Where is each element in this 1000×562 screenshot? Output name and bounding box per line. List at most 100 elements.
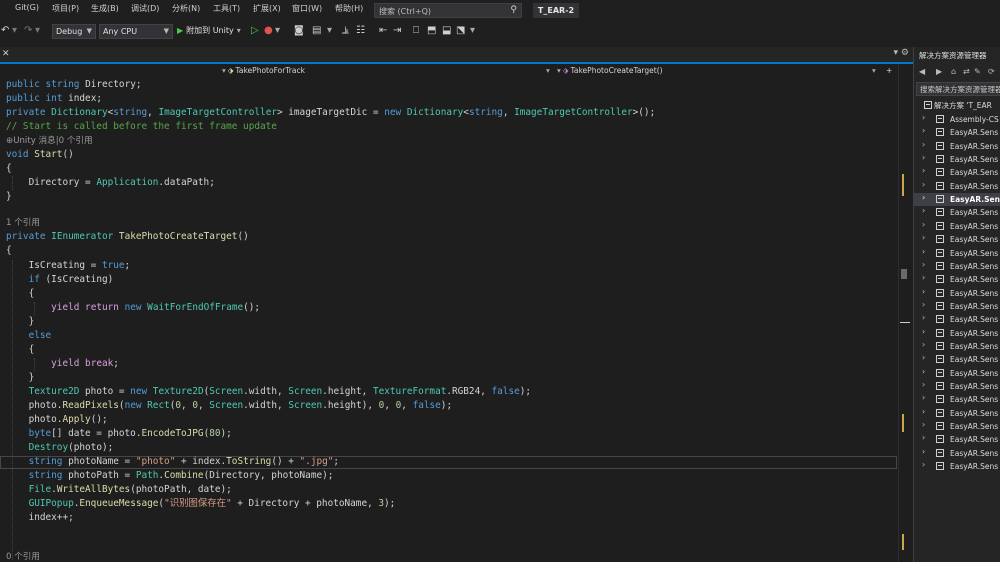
tree-project-item[interactable]: › EasyAR.Sens: [914, 393, 1000, 406]
tree-project-item[interactable]: › EasyAR.Sens: [914, 140, 1000, 153]
menu-item-help[interactable]: 帮助(H): [335, 3, 363, 14]
format-icon[interactable]: ☷: [356, 25, 365, 36]
tree-project-item[interactable]: › EasyAR.Sens: [914, 367, 1000, 380]
tree-project-item[interactable]: › EasyAR.Sens: [914, 220, 1000, 233]
forward-icon[interactable]: ▶: [936, 67, 942, 76]
chevron-right-icon[interactable]: ›: [922, 433, 925, 442]
layout-icon[interactable]: ▤: [312, 25, 321, 36]
chevron-right-icon[interactable]: ›: [922, 367, 925, 376]
chevron-right-icon[interactable]: ›: [922, 353, 925, 362]
codelens-unity-message[interactable]: ⊕Unity 消息|0 个引用: [6, 134, 93, 148]
undo-icon[interactable]: ↶: [1, 25, 9, 36]
tree-solution-root[interactable]: 解决方案 'T_EAR: [914, 99, 1000, 112]
home-icon[interactable]: ⌂: [951, 67, 956, 76]
platform-dropdown[interactable]: Any CPU ▼: [99, 24, 173, 39]
tree-project-item[interactable]: › EasyAR.Sens: [914, 460, 1000, 473]
menu-item-project[interactable]: 项目(P): [52, 3, 79, 14]
chevron-right-icon[interactable]: ›: [922, 300, 925, 309]
chevron-right-icon[interactable]: ›: [922, 206, 925, 215]
tree-project-item[interactable]: › Assembly-CS: [914, 113, 1000, 126]
undo-dropdown-icon[interactable]: ▾: [12, 25, 17, 36]
tree-project-item[interactable]: › EasyAR.Sens: [914, 353, 1000, 366]
editor-vertical-scrollbar[interactable]: [898, 64, 914, 562]
chevron-right-icon[interactable]: ›: [922, 166, 925, 175]
sync-icon[interactable]: ⟳: [988, 67, 995, 76]
chevron-right-icon[interactable]: ›: [922, 247, 925, 256]
chevron-right-icon[interactable]: ›: [922, 460, 925, 469]
chevron-right-icon[interactable]: ›: [922, 153, 925, 162]
tree-project-item[interactable]: › EasyAR.Sens: [914, 300, 1000, 313]
tree-project-item[interactable]: › EasyAR.Sens: [914, 273, 1000, 286]
global-search-input[interactable]: 搜索 (Ctrl+Q) ⚲: [374, 3, 522, 18]
type-navigation-dropdown[interactable]: ▾ ⬗ TakePhotoForTrack: [222, 65, 305, 77]
tree-project-item[interactable]: › EasyAR.Sens: [914, 233, 1000, 246]
bookmark-clear-icon[interactable]: ⬔: [456, 25, 465, 36]
tree-project-item[interactable]: › EasyAR.Sens: [914, 287, 1000, 300]
toolbar-overflow-icon[interactable]: ▾: [470, 25, 475, 36]
chevron-down-icon[interactable]: ▾: [327, 25, 332, 36]
chevron-right-icon[interactable]: ›: [922, 180, 925, 189]
redo-dropdown-icon[interactable]: ▾: [35, 25, 40, 36]
menu-item-tools[interactable]: 工具(T): [213, 3, 240, 14]
menu-item-debug[interactable]: 调试(D): [131, 3, 159, 14]
bookmark-prev-icon[interactable]: ⬒: [427, 25, 436, 36]
chevron-down-icon[interactable]: ▾: [275, 25, 280, 36]
tree-project-item[interactable]: › EasyAR.Sens: [914, 166, 1000, 179]
tree-project-item[interactable]: › EasyAR.Sens: [914, 447, 1000, 460]
switch-views-icon[interactable]: ⇄: [963, 67, 970, 76]
chevron-right-icon[interactable]: ›: [922, 313, 925, 322]
redo-icon[interactable]: ↷: [24, 25, 32, 36]
menu-item-build[interactable]: 生成(B): [91, 3, 119, 14]
codelens-references[interactable]: 0 个引用: [6, 550, 40, 562]
menu-item-git[interactable]: Git(G): [15, 3, 39, 12]
tree-project-item[interactable]: › EasyAR.Sens: [914, 180, 1000, 193]
configuration-dropdown[interactable]: Debug ▼: [52, 24, 96, 39]
chevron-right-icon[interactable]: ›: [922, 113, 925, 122]
chevron-right-icon[interactable]: ›: [922, 327, 925, 336]
hot-reload-icon[interactable]: ●: [264, 25, 273, 36]
chevron-right-icon[interactable]: ›: [922, 140, 925, 149]
tree-project-item[interactable]: › EasyAR.Sens: [914, 433, 1000, 446]
tree-project-item[interactable]: › EasyAR.Sens: [914, 380, 1000, 393]
step-icon[interactable]: ⫡: [342, 25, 349, 36]
tree-project-item[interactable]: › EasyAR.Sens: [914, 327, 1000, 340]
bookmark-next-icon[interactable]: ⬓: [442, 25, 451, 36]
chevron-right-icon[interactable]: ›: [922, 407, 925, 416]
codelens-references[interactable]: 1 个引用: [6, 216, 40, 230]
chevron-down-icon[interactable]: ▾: [546, 65, 550, 77]
split-editor-icon[interactable]: +: [886, 65, 892, 77]
chevron-right-icon[interactable]: ›: [922, 220, 925, 229]
tree-project-item[interactable]: › EasyAR.Sens: [914, 247, 1000, 260]
chevron-right-icon[interactable]: ›: [922, 126, 925, 135]
tree-project-item[interactable]: › EasyAR.Sens: [914, 340, 1000, 353]
close-icon[interactable]: ✕: [2, 49, 10, 59]
chevron-right-icon[interactable]: ›: [922, 287, 925, 296]
indent-icon[interactable]: ⇤: [379, 25, 387, 36]
back-icon[interactable]: ◀: [919, 67, 925, 76]
tab-overflow-icon[interactable]: ▾ ⚙: [894, 48, 909, 58]
tree-project-item[interactable]: › EasyAR.Sens: [914, 313, 1000, 326]
start-without-debug-icon[interactable]: ▷: [251, 25, 259, 36]
scrollbar-thumb[interactable]: [901, 269, 907, 279]
chevron-right-icon[interactable]: ›: [922, 340, 925, 349]
menu-item-analyze[interactable]: 分析(N): [172, 3, 200, 14]
chevron-right-icon[interactable]: ›: [922, 447, 925, 456]
chevron-down-icon[interactable]: ▾: [872, 65, 876, 77]
tree-project-item[interactable]: › EasyAR.Sens: [914, 206, 1000, 219]
tree-project-item[interactable]: › EasyAR.Sens: [914, 193, 1000, 207]
tree-project-item[interactable]: › EasyAR.Sens: [914, 420, 1000, 433]
chevron-right-icon[interactable]: ›: [922, 380, 925, 389]
chevron-right-icon[interactable]: ›: [922, 393, 925, 402]
bookmark-icon[interactable]: ⎕: [413, 25, 419, 36]
pending-changes-icon[interactable]: ✎: [974, 67, 981, 76]
camera-icon[interactable]: ◙: [294, 25, 304, 36]
menu-item-window[interactable]: 窗口(W): [292, 3, 322, 14]
chevron-right-icon[interactable]: ›: [922, 193, 925, 202]
solution-explorer-search-input[interactable]: 搜索解决方案资源管理器: [916, 82, 1000, 96]
code-editor[interactable]: public string Directory; public int inde…: [0, 78, 898, 562]
outdent-icon[interactable]: ⇥: [393, 25, 401, 36]
member-navigation-dropdown[interactable]: ▾ ⬗ TakePhotoCreateTarget(): [557, 65, 663, 77]
chevron-right-icon[interactable]: ›: [922, 420, 925, 429]
tree-project-item[interactable]: › EasyAR.Sens: [914, 407, 1000, 420]
chevron-right-icon[interactable]: ›: [922, 260, 925, 269]
